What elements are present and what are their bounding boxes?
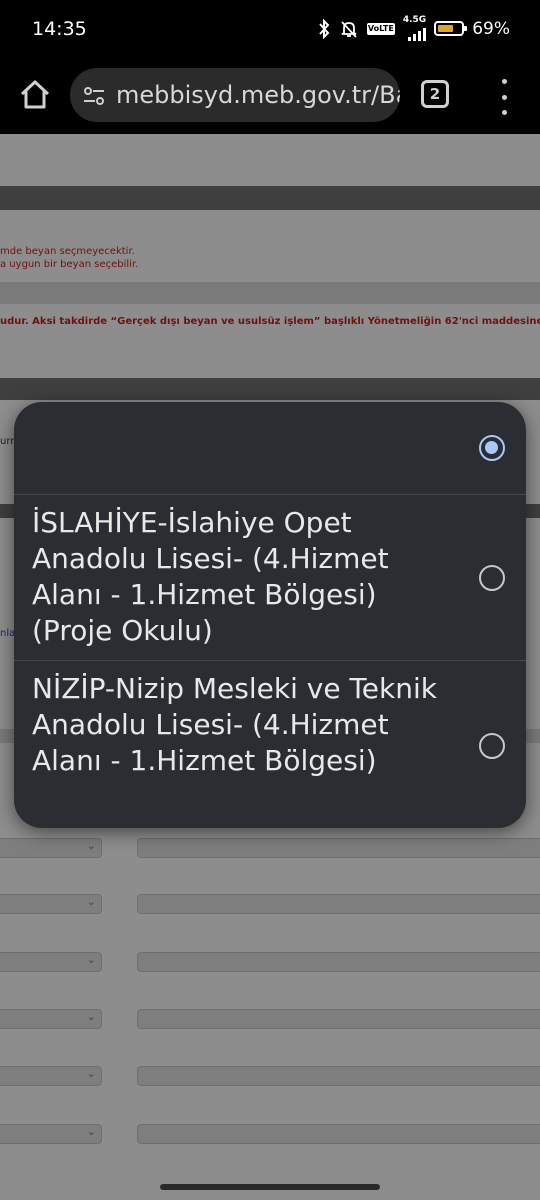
- row-select-5[interactable]: [0, 1066, 102, 1086]
- info-note-line1: mde beyan seçmeyecektir.: [0, 246, 135, 257]
- select-options-dialog: İSLAHİYE-İslahiye Opet Anadolu Lisesi- (…: [14, 402, 526, 828]
- section-header-bar-2: [0, 378, 540, 400]
- address-bar[interactable]: mebbisyd.meb.gov.tr/Ba: [70, 68, 400, 122]
- row-input-5[interactable]: [137, 1066, 540, 1086]
- section-subheader-bar: [0, 282, 540, 304]
- home-indicator[interactable]: [160, 1184, 380, 1190]
- radio-selected-icon[interactable]: [479, 435, 505, 461]
- row-select-6[interactable]: [0, 1124, 102, 1144]
- overflow-menu-icon[interactable]: [492, 79, 516, 115]
- option-label: NİZİP-Nizip Mesleki ve Teknik Anadolu Li…: [32, 672, 437, 777]
- url-text: mebbisyd.meb.gov.tr/Ba: [116, 81, 400, 109]
- page-link-fragment[interactable]: nla: [0, 628, 15, 639]
- tab-switcher-icon[interactable]: 2: [421, 80, 449, 108]
- row-input-1[interactable]: [137, 838, 540, 858]
- row-select-3[interactable]: [0, 952, 102, 972]
- option-empty[interactable]: [14, 402, 526, 494]
- row-select-1[interactable]: [0, 838, 102, 858]
- battery-percent: 69%: [472, 18, 510, 39]
- bell-muted-icon: [341, 20, 357, 38]
- tune-icon[interactable]: [82, 84, 106, 108]
- battery-level-fill: [438, 25, 454, 32]
- signal-icon: 4.5G: [402, 15, 427, 41]
- radio-unselected-icon[interactable]: [479, 565, 505, 591]
- section-header-bar: [0, 186, 540, 210]
- row-input-6[interactable]: [137, 1124, 540, 1144]
- home-icon[interactable]: [18, 78, 52, 112]
- warning-text: udur. Aksi takdirde “Gerçek dışı beyan v…: [0, 316, 540, 327]
- row-input-2[interactable]: [137, 894, 540, 914]
- row-input-4[interactable]: [137, 1009, 540, 1029]
- volte-icon: VoLTE: [366, 22, 395, 35]
- option-islahiye[interactable]: İSLAHİYE-İslahiye Opet Anadolu Lisesi- (…: [14, 495, 526, 660]
- battery-icon: [434, 21, 468, 36]
- network-type-label: 4.5G: [402, 15, 427, 25]
- info-note-line2: a uygun bir beyan seçebilir.: [0, 259, 139, 270]
- status-icons: VoLTE 4.5G 69%: [317, 16, 510, 41]
- row-input-3[interactable]: [137, 952, 540, 972]
- radio-unselected-icon[interactable]: [479, 733, 505, 759]
- row-select-2[interactable]: [0, 894, 102, 914]
- status-time: 14:35: [32, 18, 87, 40]
- browser-toolbar: mebbisyd.meb.gov.tr/Ba 2: [0, 60, 540, 134]
- row-select-4[interactable]: [0, 1009, 102, 1029]
- option-label: İSLAHİYE-İslahiye Opet Anadolu Lisesi- (…: [32, 506, 389, 647]
- bluetooth-icon: [319, 18, 330, 39]
- option-nizip[interactable]: NİZİP-Nizip Mesleki ve Teknik Anadolu Li…: [14, 661, 526, 828]
- status-bar: 14:35 VoLTE 4.5G 69%: [0, 0, 540, 60]
